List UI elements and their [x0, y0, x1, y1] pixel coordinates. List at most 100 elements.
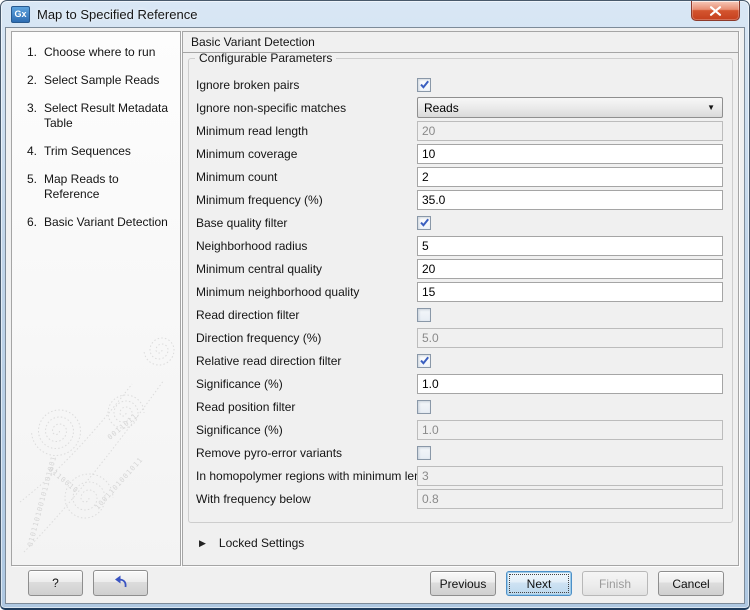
minimum-central-quality-input[interactable]	[417, 259, 723, 279]
step-label: Select Result Metadata Table	[44, 101, 176, 131]
cancel-button[interactable]: Cancel	[658, 571, 724, 596]
parameter-rows: Ignore broken pairs Ignore non-specific m…	[189, 73, 732, 510]
minimum-frequency-input[interactable]	[417, 190, 723, 210]
help-group: ?	[28, 570, 148, 596]
param-control	[417, 328, 723, 348]
param-row: Remove pyro-error variants	[189, 441, 732, 464]
direction-frequency-input	[417, 328, 723, 348]
title-bar[interactable]: Gx Map to Specified Reference	[1, 1, 749, 27]
param-row: Minimum neighborhood quality	[189, 280, 732, 303]
close-button[interactable]	[691, 1, 740, 21]
param-control	[417, 236, 723, 256]
param-row: In homopolymer regions with minimum leng…	[189, 464, 732, 487]
ignore-broken-pairs-checkbox[interactable]	[417, 78, 431, 92]
dropdown-selected-value: Reads	[424, 101, 459, 115]
close-x-icon	[709, 6, 722, 16]
minimum-count-input[interactable]	[417, 167, 723, 187]
spiral-graphic	[31, 410, 80, 456]
param-row: Ignore broken pairs	[189, 73, 732, 96]
param-label: Minimum count	[196, 170, 417, 184]
remove-pyro-error-variants-checkbox[interactable]	[417, 446, 431, 460]
param-row: Minimum coverage	[189, 142, 732, 165]
param-label: Relative read direction filter	[196, 354, 417, 368]
param-label: Minimum coverage	[196, 147, 417, 161]
step-label: Map Reads to Reference	[44, 172, 176, 202]
significance-input	[417, 420, 723, 440]
step-number: 6.	[22, 215, 37, 230]
binary-text: 1001101001011	[94, 456, 145, 512]
param-label: Ignore non-specific matches	[196, 101, 417, 115]
wizard-step-5: 5.Map Reads to Reference	[22, 172, 176, 202]
previous-button[interactable]: Previous	[430, 571, 496, 596]
param-label: Significance (%)	[196, 423, 417, 437]
relative-read-direction-filter-checkbox[interactable]	[417, 354, 431, 368]
wizard-step-1: 1. Choose where to run	[22, 45, 176, 60]
param-label: Base quality filter	[196, 216, 417, 230]
window-title: Map to Specified Reference	[37, 7, 197, 22]
param-label: Neighborhood radius	[196, 239, 417, 253]
minimum-coverage-input[interactable]	[417, 144, 723, 164]
step-number: 1.	[22, 45, 37, 60]
param-control	[417, 167, 723, 187]
param-control	[417, 489, 723, 509]
param-row: Minimum read length	[189, 119, 732, 142]
param-row: Minimum frequency (%)	[189, 188, 732, 211]
wizard-steps-panel: 010110100101101001 1001101001011 0011011…	[11, 31, 181, 566]
help-button[interactable]: ?	[28, 570, 83, 596]
dialog-window: Gx Map to Specified Reference 0101101001…	[0, 0, 750, 610]
dropdown-arrow-icon: ▼	[707, 104, 715, 112]
step-label: Choose where to run	[44, 45, 176, 60]
with-frequency-below-input	[417, 489, 723, 509]
param-control	[417, 259, 723, 279]
significance-input[interactable]	[417, 374, 723, 394]
param-control: Reads ▼	[417, 97, 723, 118]
group-title: Configurable Parameters	[195, 51, 336, 65]
undo-arrow-icon	[112, 574, 129, 589]
spiral-graphic	[144, 338, 174, 365]
minimum-neighborhood-quality-input[interactable]	[417, 282, 723, 302]
param-row: Significance (%)	[189, 372, 732, 395]
wizard-step-4: 4.Trim Sequences	[22, 144, 176, 159]
param-row: Minimum count	[189, 165, 732, 188]
checkmark-icon	[419, 79, 430, 90]
param-control	[417, 144, 723, 164]
wizard-nav-buttons: PreviousNextFinishCancel	[430, 571, 724, 596]
checkmark-icon	[419, 217, 430, 228]
step-label: Select Sample Reads	[44, 73, 176, 88]
param-row: Significance (%)	[189, 418, 732, 441]
param-control	[417, 78, 723, 92]
next-button[interactable]: Next	[506, 571, 572, 596]
step-number: 3.	[22, 101, 37, 131]
locked-settings-toggle[interactable]: ▶ Locked Settings	[199, 536, 304, 550]
neighborhood-radius-input[interactable]	[417, 236, 723, 256]
step-number: 4.	[22, 144, 37, 159]
base-quality-filter-checkbox[interactable]	[417, 216, 431, 230]
button-bar: ? PreviousNextFinishCancel	[6, 565, 744, 603]
wizard-step-2: 2.Select Sample Reads	[22, 73, 176, 88]
reset-button[interactable]	[93, 570, 148, 596]
param-label: Significance (%)	[196, 377, 417, 391]
param-row: Direction frequency (%)	[189, 326, 732, 349]
ignore-non-specific-matches-dropdown[interactable]: Reads ▼	[417, 97, 723, 118]
read-position-filter-checkbox[interactable]	[417, 400, 431, 414]
step-page-title: Basic Variant Detection	[183, 32, 738, 53]
param-label: With frequency below	[196, 492, 417, 506]
read-direction-filter-checkbox[interactable]	[417, 308, 431, 322]
param-control	[417, 446, 723, 460]
param-control	[417, 216, 723, 230]
param-label: Direction frequency (%)	[196, 331, 417, 345]
param-control	[417, 308, 723, 322]
wizard-step-6: 6. Basic Variant Detection	[22, 215, 176, 230]
configurable-parameters-group: Configurable Parameters Ignore broken pa…	[188, 51, 733, 523]
param-control	[417, 374, 723, 394]
param-label: Read direction filter	[196, 308, 417, 322]
parameters-panel: Basic Variant Detection Configurable Par…	[182, 31, 739, 566]
minimum-read-length-input	[417, 121, 723, 141]
param-label: Minimum neighborhood quality	[196, 285, 417, 299]
param-row: Read direction filter	[189, 303, 732, 326]
step-label: Basic Variant Detection	[44, 215, 176, 230]
dialog-content: 010110100101101001 1001101001011 0011011…	[5, 27, 745, 604]
expand-arrow-icon: ▶	[199, 539, 206, 548]
param-control	[417, 400, 723, 414]
param-label: Minimum central quality	[196, 262, 417, 276]
